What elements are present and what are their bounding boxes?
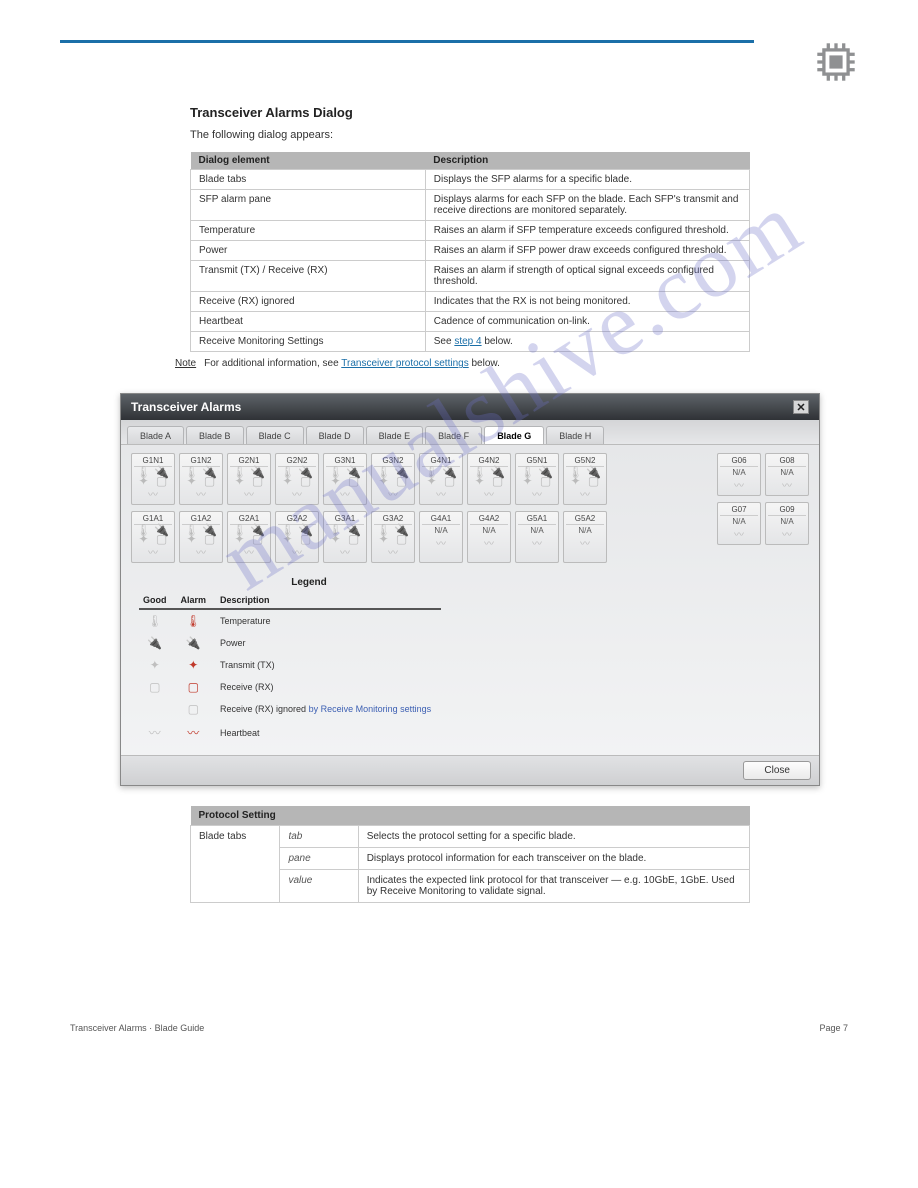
tab-blade-g[interactable]: Blade G [484,426,544,444]
legend-th-desc: Description [216,592,441,609]
tab-blade-c[interactable]: Blade C [246,426,304,444]
proto-kind: value [280,870,358,903]
transceiver-alarms-dialog: Transceiver Alarms ✕ Blade ABlade BBlade… [120,393,820,786]
dialog-title: Transceiver Alarms [131,400,241,414]
sfp-card-g07[interactable]: G07N/A〰 [717,502,761,545]
sfp-card-g3n1[interactable]: G3N1🌡🔌✦▢〰 [323,453,367,505]
section-heading: Transceiver Alarms Dialog [190,105,858,120]
protocol-table: Protocol Setting Blade tabstabSelects th… [190,806,750,903]
legend-alarm-icon: ▢ [177,676,217,698]
proto-desc: Displays protocol information for each t… [358,848,749,870]
legend-title: Legend [139,577,479,588]
sfp-card-g08[interactable]: G08N/A〰 [765,453,809,496]
spec-desc: Cadence of communication on-link. [425,312,749,332]
spec-desc: Raises an alarm if SFP power draw exceed… [425,241,749,261]
spec-desc: Displays alarms for each SFP on the blad… [425,190,749,221]
sfp-card-g1n2[interactable]: G1N2🌡🔌✦▢〰 [179,453,223,505]
legend-good-icon: ▢ [139,676,177,698]
legend-good-icon: 〰 [139,720,177,745]
spec-key: Receive Monitoring Settings [191,332,426,352]
footer-left: Transceiver Alarms · Blade Guide [70,1023,204,1033]
legend-th-alarm: Alarm [177,592,217,609]
sfp-card-g06[interactable]: G06N/A〰 [717,453,761,496]
spec-desc: See step 4 below. [425,332,749,352]
spec-desc: Displays the SFP alarms for a specific b… [425,170,749,190]
proto-desc: Indicates the expected link protocol for… [358,870,749,903]
legend-alarm-icon: 🔌 [177,632,217,654]
legend-good-icon: ✦ [139,654,177,676]
spec-desc: Raises an alarm if strength of optical s… [425,261,749,292]
legend-desc: Receive (RX) [216,676,441,698]
tab-blade-b[interactable]: Blade B [186,426,244,444]
sfp-card-g4n1[interactable]: G4N1🌡🔌✦▢〰 [419,453,463,505]
legend-alarm-icon: ✦ [177,654,217,676]
spec-key: Temperature [191,221,426,241]
legend-desc: Power [216,632,441,654]
spec-desc: Raises an alarm if SFP temperature excee… [425,221,749,241]
legend-good-icon [139,698,177,720]
legend-alarm-icon: 〰 [177,720,217,745]
proto-th: Protocol Setting [191,806,750,826]
tab-blade-f[interactable]: Blade F [425,426,482,444]
spec-key: Receive (RX) ignored [191,292,426,312]
sfp-card-g1a1[interactable]: G1A1🌡🔌✦▢〰 [131,511,175,563]
sfp-card-g3n2[interactable]: G3N2🌡🔌✦▢〰 [371,453,415,505]
spec-key: Heartbeat [191,312,426,332]
sfp-card-g09[interactable]: G09N/A〰 [765,502,809,545]
sfp-card-g1a2[interactable]: G1A2🌡🔌✦▢〰 [179,511,223,563]
step-link[interactable]: step 4 [454,336,481,347]
legend-th-good: Good [139,592,177,609]
note-label: Note [175,358,196,369]
legend-table: Good Alarm Description 🌡🌡Temperature🔌🔌Po… [139,592,441,745]
sfp-card-g4a2[interactable]: G4A2N/A〰 [467,511,511,563]
spec-th-element: Dialog element [191,152,426,170]
sfp-card-g1n1[interactable]: G1N1🌡🔌✦▢〰 [131,453,175,505]
sfp-card-g3a1[interactable]: G3A1🌡🔌✦▢〰 [323,511,367,563]
sfp-card-g5a1[interactable]: G5A1N/A〰 [515,511,559,563]
tab-blade-e[interactable]: Blade E [366,426,424,444]
spec-key: Power [191,241,426,261]
proto-desc: Selects the protocol setting for a speci… [358,826,749,848]
close-button[interactable]: Close [743,761,811,780]
proto-kind: pane [280,848,358,870]
tab-blade-h[interactable]: Blade H [546,426,604,444]
spec-key: Transmit (TX) / Receive (RX) [191,261,426,292]
spec-th-desc: Description [425,152,749,170]
sfp-card-g3a2[interactable]: G3A2🌡🔌✦▢〰 [371,511,415,563]
rx-monitor-link[interactable]: by Receive Monitoring settings [309,704,432,714]
legend-desc: Receive (RX) ignored by Receive Monitori… [216,698,441,720]
legend-good-icon: 🔌 [139,632,177,654]
legend-alarm-icon: 🌡 [177,609,217,632]
close-icon[interactable]: ✕ [793,400,809,414]
legend-good-icon: 🌡 [139,609,177,632]
chip-icon [814,40,858,87]
sfp-card-g5a2[interactable]: G5A2N/A〰 [563,511,607,563]
note-link[interactable]: Transceiver protocol settings [341,358,468,369]
intro-text: The following dialog appears: [190,128,798,142]
sfp-card-g2a1[interactable]: G2A1🌡🔌✦▢〰 [227,511,271,563]
spec-key: SFP alarm pane [191,190,426,221]
note-text: For additional information, see Transcei… [204,358,500,369]
legend-desc: Transmit (TX) [216,654,441,676]
spec-table: Dialog element Description Blade tabsDis… [190,152,750,352]
sfp-card-g5n2[interactable]: G5N2🌡🔌✦▢〰 [563,453,607,505]
sfp-card-g5n1[interactable]: G5N1🌡🔌✦▢〰 [515,453,559,505]
spec-desc: Indicates that the RX is not being monit… [425,292,749,312]
sfp-card-g2a2[interactable]: G2A2🌡🔌✦▢〰 [275,511,319,563]
legend-desc: Temperature [216,609,441,632]
header-rule [60,40,754,43]
sfp-card-g4n2[interactable]: G4N2🌡🔌✦▢〰 [467,453,511,505]
legend-desc: Heartbeat [216,720,441,745]
legend-alarm-icon: ▢ [177,698,217,720]
sfp-card-g2n1[interactable]: G2N1🌡🔌✦▢〰 [227,453,271,505]
spec-key: Blade tabs [191,170,426,190]
footer-right: Page 7 [819,1023,848,1033]
sfp-card-g2n2[interactable]: G2N2🌡🔌✦▢〰 [275,453,319,505]
tab-blade-a[interactable]: Blade A [127,426,184,444]
sfp-card-g4a1[interactable]: G4A1N/A〰 [419,511,463,563]
proto-kind: tab [280,826,358,848]
tab-blade-d[interactable]: Blade D [306,426,364,444]
proto-first: Blade tabs [191,826,280,903]
